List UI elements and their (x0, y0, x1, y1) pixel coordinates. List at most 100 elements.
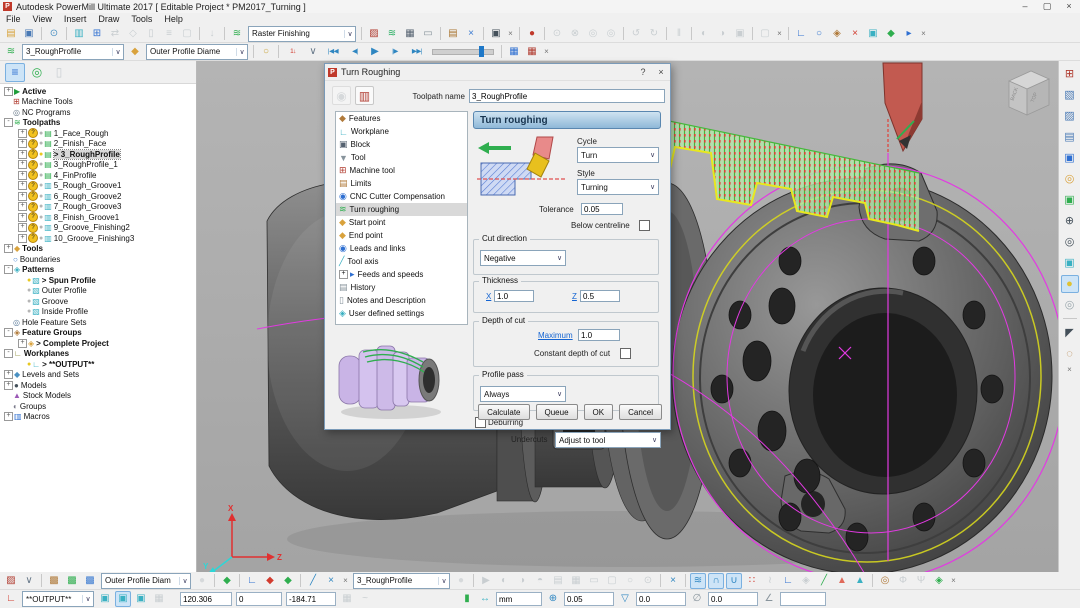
dialog-nav-limits[interactable]: ▤Limits (336, 177, 467, 190)
sim-toolbar-close-icon[interactable]: × (542, 45, 551, 59)
battery-icon[interactable]: ▮ (459, 591, 475, 607)
tree-item-workplanes[interactable]: -∟Workplanes (0, 349, 196, 360)
visibility-bulb-icon[interactable]: ● (39, 161, 43, 168)
nc-program-icon[interactable]: ▤ (445, 26, 461, 42)
tree-expander-icon[interactable]: + (18, 181, 27, 190)
dialog-nav-start-point[interactable]: ◆Start point (336, 216, 467, 229)
tree-item-inside-profile[interactable]: ●▧Inside Profile (0, 307, 196, 318)
dialog-nav-block[interactable]: ▣Block (336, 138, 467, 151)
window-control-icon[interactable]: – (1014, 0, 1036, 13)
sim-grey3-icon[interactable]: ◑ (514, 573, 530, 589)
tree-expander-icon[interactable]: + (18, 129, 27, 138)
tree-item-macros[interactable]: +▥Macros (0, 412, 196, 423)
polyline-grey-icon[interactable]: ≀ (762, 573, 778, 589)
first-move-icon[interactable]: 1↓ (283, 44, 303, 60)
sim-back-icon[interactable]: ◀| (345, 44, 365, 60)
dialog-nav-workplane[interactable]: ∟Workplane (336, 125, 467, 138)
visibility-bulb-icon[interactable]: ● (27, 361, 31, 368)
visibility-bulb-icon[interactable]: ● (27, 298, 31, 305)
grid-toggle-icon[interactable]: ▦ (151, 591, 167, 607)
dialog-copy-toolpath-icon[interactable]: ◉ (332, 86, 351, 105)
tree-item-active[interactable]: +▶Active (0, 86, 196, 97)
redo-icon[interactable]: ↻ (646, 26, 662, 42)
curve-x-icon[interactable]: × (665, 573, 681, 589)
toolpath-select[interactable]: 3_RoughProfile∨ (22, 44, 124, 60)
open-project-icon[interactable]: ▤ (3, 26, 19, 42)
view-toolbar-close-icon[interactable]: × (1065, 364, 1074, 374)
constant-depth-checkbox[interactable] (620, 348, 631, 359)
cone-blue-icon[interactable]: ▲ (852, 573, 868, 589)
points-red-icon[interactable]: ∷ (744, 573, 760, 589)
profile-pass-select[interactable]: Always∨ (480, 386, 566, 402)
record-icon[interactable]: ● (524, 26, 540, 42)
play-grey3-icon[interactable]: ◎ (585, 26, 601, 42)
tree-expander-icon[interactable]: + (4, 244, 13, 253)
curve-boundary-icon[interactable]: ∩ (708, 573, 724, 589)
tree-item-1-face-rough[interactable]: +?●▤1_Face_Rough (0, 128, 196, 139)
dialog-titlebar[interactable]: P Turn Roughing ? × (325, 64, 670, 81)
end-point-icon[interactable]: ◆ (280, 573, 296, 589)
visibility-bulb-icon[interactable]: ● (39, 203, 43, 210)
angle-icon-icon[interactable]: ∠ (761, 591, 777, 607)
tree-expander-icon[interactable]: + (4, 381, 13, 390)
wireframe-display-icon[interactable]: ◎ (1061, 296, 1079, 314)
tool-sphere-icon[interactable]: ● (194, 573, 210, 589)
dialog-nav-cnc-cutter-compensation[interactable]: ◉CNC Cutter Compensation (336, 190, 467, 203)
dialog-nav-machine-tool[interactable]: ⊞Machine tool (336, 164, 467, 177)
tolerance-field-field[interactable] (564, 592, 614, 606)
thickness-field-field[interactable] (636, 592, 686, 606)
calculator-icon[interactable]: ▦ (402, 26, 418, 42)
stock-model-icon[interactable]: ◆ (883, 26, 899, 42)
window-control-icon[interactable]: × (1058, 0, 1080, 13)
curve-toolbar-close-icon[interactable]: × (949, 574, 958, 588)
machine-sim2-icon[interactable]: ▦ (524, 44, 540, 60)
snapshot-close-icon[interactable]: × (506, 27, 515, 41)
tree-expander-icon[interactable]: + (4, 370, 13, 379)
tree-item-2-finish-face[interactable]: +?●▤2_Finish_Face (0, 139, 196, 150)
menu-item[interactable]: View (27, 14, 58, 24)
play-grey2-icon[interactable]: ⊗ (567, 26, 583, 42)
snapshot-icon[interactable]: ▣ (488, 26, 504, 42)
sim-grey1-icon[interactable]: ▶ (478, 573, 494, 589)
dialog-help-icon[interactable]: ? (634, 64, 652, 80)
sim-grey2-icon[interactable]: ◐ (496, 573, 512, 589)
tree-expander-icon[interactable]: - (4, 118, 13, 127)
tp-display1-icon[interactable]: ▩ (46, 573, 62, 589)
tree-expander-icon[interactable]: + (4, 412, 13, 421)
sim-grey4-icon[interactable]: ◓ (532, 573, 548, 589)
mirror-icon[interactable]: ▯ (143, 26, 159, 42)
tool-shaded-icon[interactable]: ▨ (3, 573, 19, 589)
feeds-speeds-icon[interactable]: ▸ (901, 26, 917, 42)
visibility-bulb-icon[interactable]: ● (39, 193, 43, 200)
select-cursor-icon[interactable]: ◤ (1061, 324, 1079, 342)
visibility-bulb-icon[interactable]: ● (39, 224, 43, 231)
print-icon[interactable]: ⊙ (46, 26, 62, 42)
machine-tool-view-icon[interactable]: ⊞ (1061, 65, 1079, 83)
play-grey1-icon[interactable]: ⊙ (549, 26, 565, 42)
play-grey4-icon[interactable]: ◎ (603, 26, 619, 42)
curve-search-icon[interactable]: ◎ (877, 573, 893, 589)
dialog-close-icon[interactable]: × (652, 64, 670, 80)
sim-save-icon[interactable]: ▣ (732, 26, 748, 42)
draw-pencil-icon[interactable]: ╱ (305, 573, 321, 589)
tree-item-groove[interactable]: ●▧Groove (0, 296, 196, 307)
tree-item-7-rough-groove3[interactable]: +?●▥7_Rough_Groove3 (0, 202, 196, 213)
sim-half2-icon[interactable]: ◑ (714, 26, 730, 42)
tree-item-3-roughprofile[interactable]: +?●▤> 3_RoughProfile (0, 149, 196, 160)
lasso-select-icon[interactable]: ◌ (1061, 345, 1079, 363)
tree-item-spun-profile[interactable]: ●▧> Spun Profile (0, 275, 196, 286)
dialog-nav-history[interactable]: ▤History (336, 281, 467, 294)
dialog-nav-notes-and-description[interactable]: ▯Notes and Description (336, 294, 467, 307)
rotate-icon[interactable]: ⇄ (107, 26, 123, 42)
workplane-create-icon[interactable]: ∟ (793, 26, 809, 42)
crosshair-icon[interactable]: ⊕ (545, 591, 561, 607)
menu-item[interactable]: Help (158, 14, 189, 24)
sim-play-icon[interactable]: ▶ (367, 44, 383, 60)
view-iso1-icon[interactable]: ▧ (1061, 86, 1079, 104)
tool-axis-status-icon[interactable]: ◆ (219, 573, 235, 589)
pause-icon[interactable]: ‖ (671, 26, 687, 42)
tree-item-groups[interactable]: ◐Groups (0, 401, 196, 412)
shade-toggle-icon[interactable]: ○ (258, 44, 274, 60)
tree-expander-icon[interactable]: + (18, 223, 27, 232)
visibility-bulb-icon[interactable]: ● (39, 235, 43, 242)
